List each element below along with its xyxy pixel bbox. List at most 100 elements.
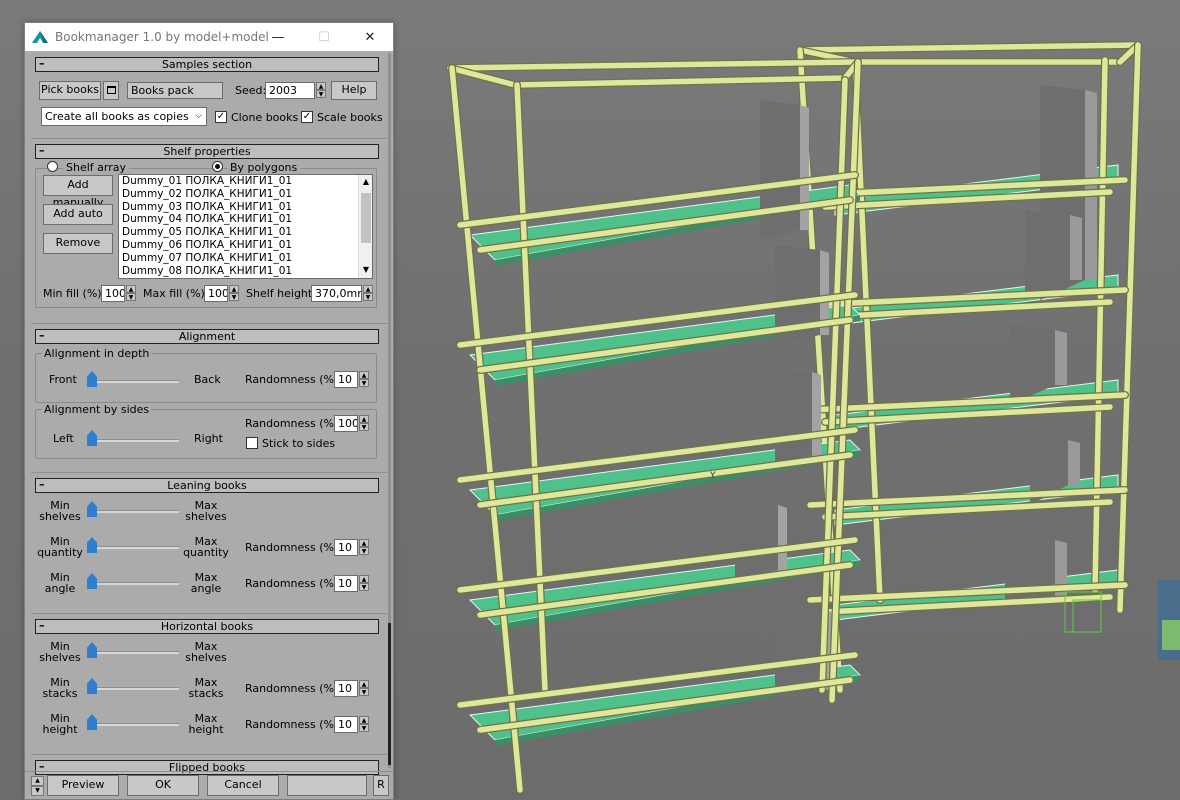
- stick-to-sides-checkbox[interactable]: [246, 437, 258, 449]
- book-front-0: [760, 100, 800, 240]
- height-randomness-spinner[interactable]: ▲ ▼: [359, 716, 369, 733]
- list-item[interactable]: Dummy_04 ПОЛКА_КНИГИ1_01: [122, 213, 372, 226]
- r-button[interactable]: R: [373, 775, 389, 796]
- footer-spinner[interactable]: ▲ ▼: [31, 776, 44, 797]
- title-bar[interactable]: Bookmanager 1.0 by model+model — ☐ ✕: [25, 23, 393, 51]
- horizontal-shelves-slider-track[interactable]: [87, 651, 179, 654]
- scroll-down-icon[interactable]: ▼: [359, 264, 372, 277]
- height-randomness-input[interactable]: 10: [334, 716, 358, 733]
- books-pack-field[interactable]: Books pack: [127, 82, 223, 99]
- cancel-button[interactable]: Cancel: [207, 775, 279, 796]
- copy-mode-dropdown[interactable]: Create all books as copies ⌵: [41, 107, 207, 126]
- scroll-thumb[interactable]: [361, 193, 371, 243]
- min-fill-input[interactable]: 100: [101, 285, 125, 302]
- list-item[interactable]: Dummy_07 ПОЛКА_КНИГИ1_01: [122, 252, 372, 265]
- help-button[interactable]: Help: [331, 81, 377, 100]
- add-manually-button[interactable]: Add manually: [43, 175, 113, 209]
- leaning-shelves-slider-track[interactable]: [87, 510, 179, 513]
- book-front-2: [775, 370, 812, 470]
- scroll-up-icon[interactable]: ▲: [359, 176, 372, 189]
- horizontal-header[interactable]: – Horizontal books: [35, 619, 379, 634]
- shelf-list[interactable]: Dummy_01 ПОЛКА_КНИГИ1_01 Dummy_02 ПОЛКА_К…: [118, 174, 373, 279]
- shelf-array-radio[interactable]: [47, 161, 58, 172]
- list-item[interactable]: Dummy_05 ПОЛКА_КНИГИ1_01: [122, 226, 372, 239]
- seed-spinner[interactable]: ▲ ▼: [316, 82, 326, 99]
- partial-object-edge-detail: [1162, 620, 1180, 650]
- depth-slider-track[interactable]: [87, 380, 179, 383]
- samples-header[interactable]: – Samples section: [35, 57, 379, 72]
- list-item[interactable]: Dummy_06 ПОЛКА_КНИГИ1_01: [122, 239, 372, 252]
- sides-slider-track[interactable]: [87, 439, 179, 442]
- list-item[interactable]: Dummy_01 ПОЛКА_КНИГИ1_01: [122, 175, 372, 188]
- list-item[interactable]: Dummy_08 ПОЛКА_КНИГИ1_01: [122, 265, 372, 278]
- horizontal-shelves-slider-thumb[interactable]: [87, 642, 97, 658]
- sides-randomness-input[interactable]: 100: [334, 415, 358, 432]
- shelf-header[interactable]: – Shelf properties: [35, 144, 379, 159]
- rollout-scroll-thumb[interactable]: [388, 623, 391, 765]
- book-side-front-0: [800, 105, 809, 230]
- dialog-footer: ▲ ▼ Preview OK Cancel R: [25, 771, 393, 799]
- horizontal-stacks-slider-track[interactable]: [87, 687, 179, 690]
- stacks-randomness-label: Randomness (%):: [245, 682, 342, 695]
- max-fill-input[interactable]: 100: [204, 285, 228, 302]
- list-item[interactable]: Dummy_03 ПОЛКА_КНИГИ1_01: [122, 201, 372, 214]
- chevron-down-icon: ⌵: [195, 111, 202, 121]
- pick-books-options-button[interactable]: [103, 81, 119, 100]
- alignment-header[interactable]: – Alignment: [35, 329, 379, 344]
- leaning-angle-slider-thumb[interactable]: [87, 573, 97, 589]
- book-side-back-3: [1068, 440, 1080, 485]
- close-button[interactable]: ✕: [347, 23, 393, 51]
- height-randomness-label: Randomness (%):: [245, 718, 342, 731]
- pick-books-button[interactable]: Pick books: [39, 81, 101, 100]
- collapse-icon: –: [39, 329, 45, 342]
- leaning-quantity-slider-track[interactable]: [87, 546, 179, 549]
- samples-rollout: – Samples section Pick books Books pack …: [31, 57, 387, 135]
- leaning-header[interactable]: – Leaning books: [35, 478, 379, 493]
- depth-randomness-input[interactable]: 10: [334, 371, 358, 388]
- window-icon: [106, 86, 116, 94]
- quantity-randomness-input[interactable]: 10: [334, 539, 358, 556]
- min-stacks-label: Min stacks: [42, 676, 78, 700]
- angle-randomness-spinner[interactable]: ▲ ▼: [359, 575, 369, 592]
- list-item[interactable]: Dummy_02 ПОЛКА_КНИГИ1_01: [122, 188, 372, 201]
- seed-input[interactable]: 2003: [265, 82, 315, 99]
- alignment-rollout: – Alignment Alignment in depth Front Bac…: [31, 329, 387, 469]
- maximize-button[interactable]: ☐: [301, 23, 347, 51]
- ok-button[interactable]: OK: [127, 775, 199, 796]
- rollout-scrollbar[interactable]: [388, 53, 391, 768]
- angle-randomness-label: Randomness (%):: [245, 577, 342, 590]
- frame-front-top-1: [512, 75, 848, 88]
- min-shelves-label: Min shelves: [39, 499, 81, 523]
- collapse-icon: –: [39, 57, 45, 70]
- stacks-randomness-input[interactable]: 10: [334, 680, 358, 697]
- shelf-array-label: Shelf array: [63, 161, 129, 174]
- frame-back-post-2: [1117, 42, 1141, 613]
- by-polygons-radio[interactable]: [212, 161, 223, 172]
- remove-button[interactable]: Remove: [43, 233, 113, 254]
- leaning-angle-slider-track[interactable]: [87, 582, 179, 585]
- add-auto-button[interactable]: Add auto: [43, 204, 113, 225]
- min-fill-spinner[interactable]: ▲ ▼: [126, 285, 136, 302]
- book-side-back-2: [1055, 330, 1067, 385]
- sides-randomness-spinner[interactable]: ▲ ▼: [359, 415, 369, 432]
- stacks-randomness-spinner[interactable]: ▲ ▼: [359, 680, 369, 697]
- horizontal-stacks-slider-thumb[interactable]: [87, 678, 97, 694]
- depth-randomness-spinner[interactable]: ▲ ▼: [359, 371, 369, 388]
- horizontal-height-slider-thumb[interactable]: [87, 714, 97, 730]
- scale-books-checkbox[interactable]: ✓: [301, 111, 313, 123]
- clone-books-checkbox[interactable]: ✓: [215, 111, 227, 123]
- leaning-quantity-slider-thumb[interactable]: [87, 537, 97, 553]
- list-scrollbar[interactable]: ▲ ▼: [358, 175, 372, 278]
- quantity-randomness-spinner[interactable]: ▲ ▼: [359, 539, 369, 556]
- max-fill-spinner[interactable]: ▲ ▼: [229, 285, 239, 302]
- horizontal-height-slider-track[interactable]: [87, 723, 179, 726]
- leaning-shelves-slider-thumb[interactable]: [87, 501, 97, 517]
- minimize-button[interactable]: —: [255, 23, 301, 51]
- shelf-height-input[interactable]: 370,0mm: [311, 285, 362, 302]
- max-fill-label: Max fill (%):: [143, 287, 209, 300]
- min-angle-label: Min angle: [44, 571, 76, 595]
- angle-randomness-input[interactable]: 10: [334, 575, 358, 592]
- collapse-icon: –: [39, 478, 45, 491]
- preview-button[interactable]: Preview: [47, 775, 119, 796]
- shelf-height-spinner[interactable]: ▲ ▼: [363, 285, 373, 302]
